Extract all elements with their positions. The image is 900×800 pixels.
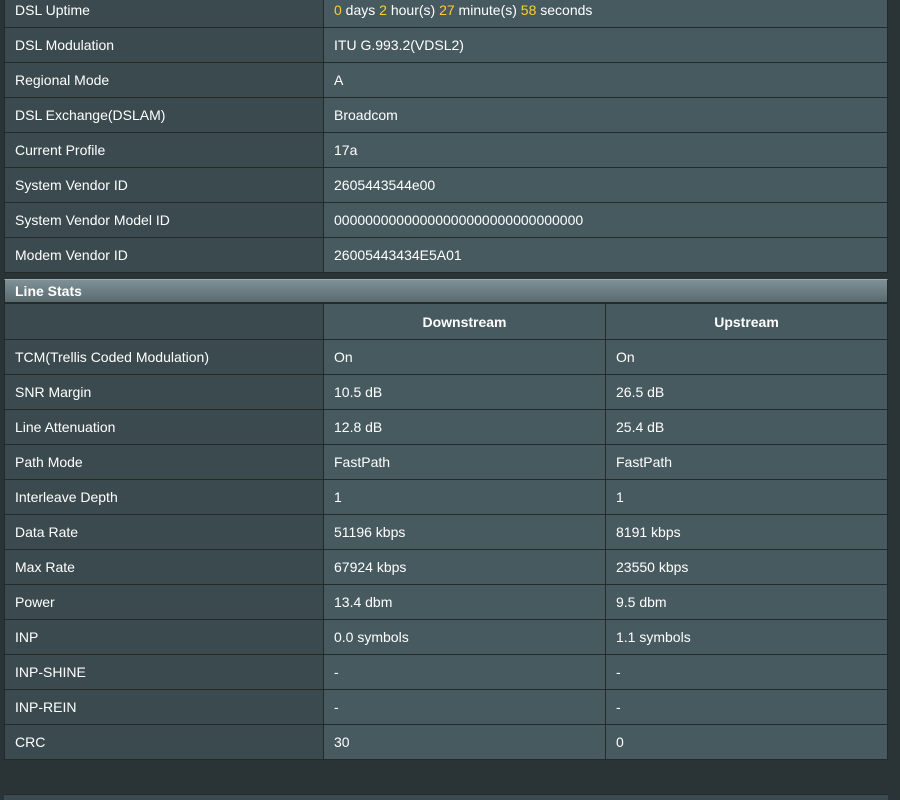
- table-row: Regional Mode A: [4, 62, 888, 98]
- stat-label: Max Rate: [4, 549, 324, 585]
- stat-downstream: 67924 kbps: [323, 549, 606, 585]
- info-label: Current Profile: [4, 132, 324, 168]
- stat-label: TCM(Trellis Coded Modulation): [4, 339, 324, 375]
- stat-downstream: 12.8 dB: [323, 409, 606, 445]
- table-row: CRC 30 0: [4, 724, 888, 760]
- stat-downstream: 13.4 dbm: [323, 584, 606, 620]
- stat-upstream: 1: [605, 479, 888, 515]
- uptime-days: 0: [334, 2, 342, 18]
- stat-upstream: -: [605, 689, 888, 725]
- uptime-minutes: 27: [439, 2, 455, 18]
- dsl-info-panel: DSL Uptime 0 days 2 hour(s) 27 minute(s)…: [4, 0, 888, 760]
- table-row: Power 13.4 dbm 9.5 dbm: [4, 584, 888, 620]
- dsl-uptime-value: 0 days 2 hour(s) 27 minute(s) 58 seconds: [323, 0, 888, 28]
- table-row: Path Mode FastPath FastPath: [4, 444, 888, 480]
- stat-downstream: On: [323, 339, 606, 375]
- uptime-hours: 2: [379, 2, 387, 18]
- table-row: Data Rate 51196 kbps 8191 kbps: [4, 514, 888, 550]
- stat-label: INP-REIN: [4, 689, 324, 725]
- table-row: INP-SHINE - -: [4, 654, 888, 690]
- line-stats-header: Line Stats: [4, 279, 888, 303]
- stat-label: SNR Margin: [4, 374, 324, 410]
- stat-label: Interleave Depth: [4, 479, 324, 515]
- stat-label: Line Attenuation: [4, 409, 324, 445]
- stat-upstream: -: [605, 654, 888, 690]
- info-value: ITU G.993.2(VDSL2): [323, 27, 888, 63]
- info-label: DSL Exchange(DSLAM): [4, 97, 324, 133]
- table-row: Modem Vendor ID 26005443434E5A01: [4, 237, 888, 273]
- info-value: 26005443434E5A01: [323, 237, 888, 273]
- table-row: INP-REIN - -: [4, 689, 888, 725]
- next-section-edge: [4, 794, 888, 800]
- table-row: System Vendor ID 2605443544e00: [4, 167, 888, 203]
- table-row: Line Attenuation 12.8 dB 25.4 dB: [4, 409, 888, 445]
- table-row: INP 0.0 symbols 1.1 symbols: [4, 619, 888, 655]
- table-row: Current Profile 17a: [4, 132, 888, 168]
- info-label: DSL Modulation: [4, 27, 324, 63]
- uptime-days-unit: days: [341, 2, 380, 18]
- stat-downstream: -: [323, 689, 606, 725]
- stat-downstream: -: [323, 654, 606, 690]
- info-label: System Vendor ID: [4, 167, 324, 203]
- stat-upstream: 0: [605, 724, 888, 760]
- info-value: Broadcom: [323, 97, 888, 133]
- stat-label: Path Mode: [4, 444, 324, 480]
- stat-upstream: 9.5 dbm: [605, 584, 888, 620]
- table-row: Max Rate 67924 kbps 23550 kbps: [4, 549, 888, 585]
- line-stats-table: Downstream Upstream TCM(Trellis Coded Mo…: [4, 303, 888, 760]
- stat-upstream: 23550 kbps: [605, 549, 888, 585]
- info-value: 00000000000000000000000000000000: [323, 202, 888, 238]
- stat-upstream: 8191 kbps: [605, 514, 888, 550]
- stat-downstream: 10.5 dB: [323, 374, 606, 410]
- dsl-info-table: DSL Uptime 0 days 2 hour(s) 27 minute(s)…: [4, 0, 888, 273]
- stat-label: Power: [4, 584, 324, 620]
- stat-downstream: 0.0 symbols: [323, 619, 606, 655]
- table-header-row: Downstream Upstream: [4, 303, 888, 340]
- stat-downstream: 30: [323, 724, 606, 760]
- uptime-seconds-unit: seconds: [536, 2, 593, 18]
- table-row: DSL Exchange(DSLAM) Broadcom: [4, 97, 888, 133]
- info-label: Regional Mode: [4, 62, 324, 98]
- stat-downstream: 51196 kbps: [323, 514, 606, 550]
- info-value: A: [323, 62, 888, 98]
- stat-label: CRC: [4, 724, 324, 760]
- table-row: SNR Margin 10.5 dB 26.5 dB: [4, 374, 888, 410]
- uptime-minutes-unit: minute(s): [454, 2, 521, 18]
- stat-upstream: FastPath: [605, 444, 888, 480]
- uptime-seconds: 58: [520, 2, 537, 18]
- stat-downstream: FastPath: [323, 444, 606, 480]
- info-label: System Vendor Model ID: [4, 202, 324, 238]
- table-row: DSL Uptime 0 days 2 hour(s) 27 minute(s)…: [4, 0, 888, 28]
- info-value: 17a: [323, 132, 888, 168]
- stat-label: INP-SHINE: [4, 654, 324, 690]
- stat-upstream: 25.4 dB: [605, 409, 888, 445]
- stat-label: Data Rate: [4, 514, 324, 550]
- table-row: DSL Modulation ITU G.993.2(VDSL2): [4, 27, 888, 63]
- uptime-hours-unit: hour(s): [386, 2, 440, 18]
- stat-downstream: 1: [323, 479, 606, 515]
- info-value: 2605443544e00: [323, 167, 888, 203]
- table-row: Interleave Depth 1 1: [4, 479, 888, 515]
- stat-label: INP: [4, 619, 324, 655]
- stat-upstream: 1.1 symbols: [605, 619, 888, 655]
- downstream-column-header: Downstream: [323, 303, 606, 340]
- stat-upstream: On: [605, 339, 888, 375]
- table-row: TCM(Trellis Coded Modulation) On On: [4, 339, 888, 375]
- info-label: Modem Vendor ID: [4, 237, 324, 273]
- upstream-column-header: Upstream: [605, 303, 888, 340]
- table-row: System Vendor Model ID 00000000000000000…: [4, 202, 888, 238]
- stat-upstream: 26.5 dB: [605, 374, 888, 410]
- header-blank-cell: [4, 303, 324, 340]
- info-label: DSL Uptime: [4, 0, 324, 28]
